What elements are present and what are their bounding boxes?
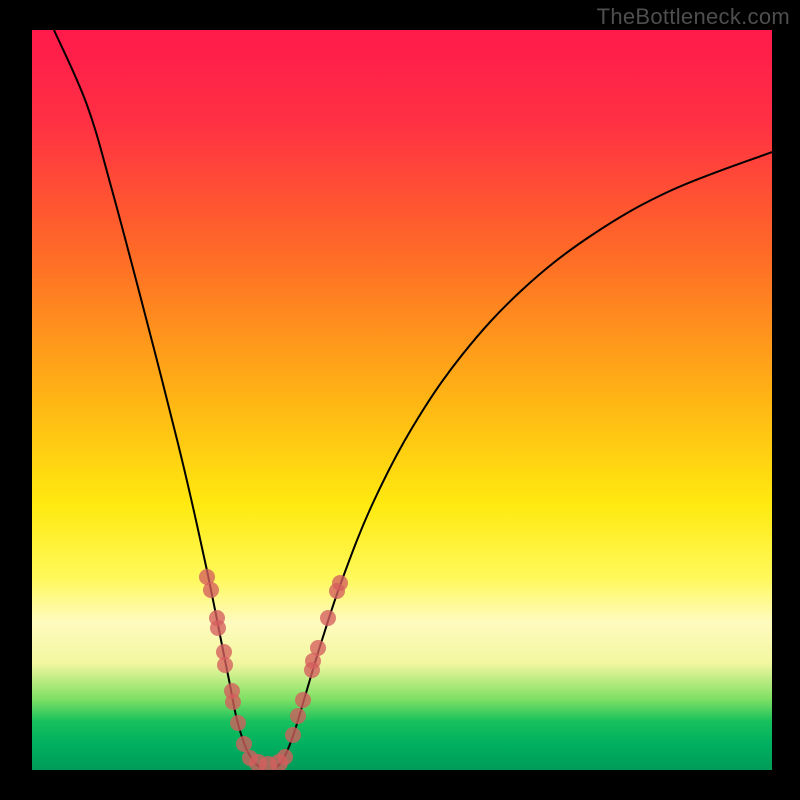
- measurement-dot: [230, 715, 246, 731]
- measurement-dot: [217, 657, 233, 673]
- measurement-dot: [332, 575, 348, 591]
- measurement-dot: [203, 582, 219, 598]
- measurement-dot: [310, 640, 326, 656]
- plot-area: [32, 30, 772, 770]
- measurement-dot: [320, 610, 336, 626]
- measurement-dot: [225, 694, 241, 710]
- chart-stage: TheBottleneck.com: [0, 0, 800, 800]
- measurement-dot: [277, 749, 293, 765]
- measurement-dot: [295, 692, 311, 708]
- plot-svg: [32, 30, 772, 770]
- measurement-dot: [236, 736, 252, 752]
- watermark-text: TheBottleneck.com: [597, 4, 790, 30]
- measurement-dot: [290, 708, 306, 724]
- gradient-background: [32, 30, 772, 770]
- measurement-dot: [210, 620, 226, 636]
- measurement-dot: [285, 727, 301, 743]
